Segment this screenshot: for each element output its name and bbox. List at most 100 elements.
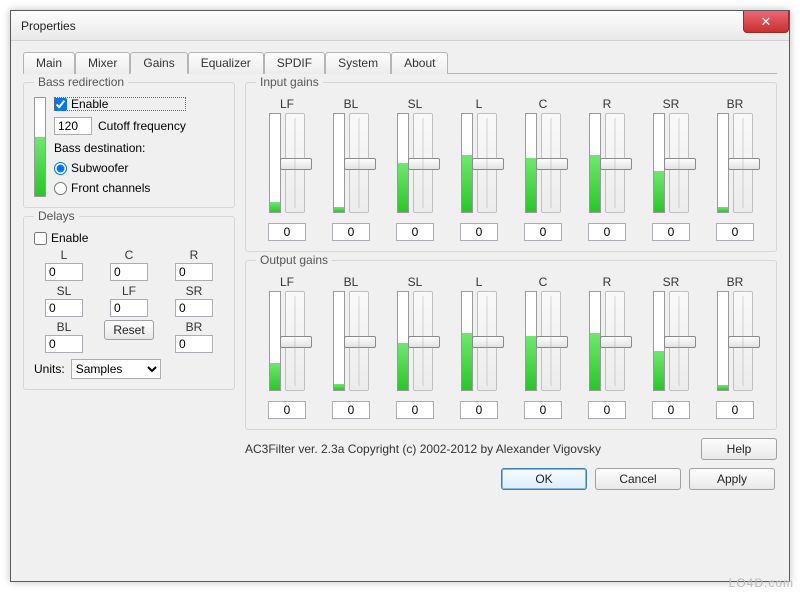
front-channels-radio-input[interactable] — [54, 182, 67, 195]
output-gain-slider-BR[interactable] — [733, 291, 753, 391]
input-gain-slider-LF[interactable] — [285, 113, 305, 213]
input-gain-value-SL[interactable] — [396, 223, 434, 241]
input-gain-slider-L[interactable] — [477, 113, 497, 213]
input-gains-group: Input gains LF BL SL — [245, 82, 777, 252]
input-gain-value-R[interactable] — [588, 223, 626, 241]
input-gain-slider-C[interactable] — [541, 113, 561, 213]
input-gain-value-BR[interactable] — [716, 223, 754, 241]
delay-label-R: R — [190, 248, 199, 262]
delay-label-SR: SR — [186, 284, 203, 298]
input-gain-slider-BR[interactable] — [733, 113, 753, 213]
delay-input-SL[interactable] — [45, 299, 83, 317]
delays-legend: Delays — [34, 209, 79, 223]
subwoofer-radio-input[interactable] — [54, 162, 67, 175]
input-gain-meter-fill-LF — [270, 202, 280, 212]
output-gain-value-L[interactable] — [460, 401, 498, 419]
output-gain-slider-thumb-BR[interactable] — [728, 336, 760, 348]
input-gain-slider-BL[interactable] — [349, 113, 369, 213]
input-gain-value-BL[interactable] — [332, 223, 370, 241]
output-gain-value-BR[interactable] — [716, 401, 754, 419]
output-gain-slider-SR[interactable] — [669, 291, 689, 391]
input-gain-label-BL: BL — [344, 97, 359, 111]
bass-legend: Bass redirection — [34, 75, 128, 89]
input-gain-meter-fill-SL — [398, 163, 408, 212]
input-gain-slider-thumb-BL[interactable] — [344, 158, 376, 170]
delays-enable-input[interactable] — [34, 232, 47, 245]
cutoff-frequency-input[interactable] — [54, 117, 92, 135]
input-gain-value-LF[interactable] — [268, 223, 306, 241]
tab-gains[interactable]: Gains — [130, 52, 187, 74]
tab-equalizer[interactable]: Equalizer — [188, 52, 264, 74]
delay-input-L[interactable] — [45, 263, 83, 281]
input-gain-slider-thumb-BR[interactable] — [728, 158, 760, 170]
delay-input-C[interactable] — [110, 263, 148, 281]
bass-level-meter — [34, 97, 46, 197]
input-gain-slider-thumb-L[interactable] — [472, 158, 504, 170]
output-gain-value-SR[interactable] — [652, 401, 690, 419]
input-gain-label-LF: LF — [280, 97, 294, 111]
output-gain-value-SL[interactable] — [396, 401, 434, 419]
output-gain-slider-LF[interactable] — [285, 291, 305, 391]
tab-spdif[interactable]: SPDIF — [264, 52, 325, 74]
output-gain-slider-thumb-SL[interactable] — [408, 336, 440, 348]
output-gain-slider-C[interactable] — [541, 291, 561, 391]
input-gain-slider-SL[interactable] — [413, 113, 433, 213]
input-gain-slider-thumb-R[interactable] — [600, 158, 632, 170]
output-gain-slider-BL[interactable] — [349, 291, 369, 391]
output-gain-label-SR: SR — [663, 275, 680, 289]
input-gain-value-SR[interactable] — [652, 223, 690, 241]
units-select[interactable]: Samples — [71, 359, 161, 379]
delays-reset-button[interactable]: Reset — [104, 320, 153, 340]
output-gain-channel-SR: SR — [640, 275, 702, 419]
input-gain-slider-thumb-SR[interactable] — [664, 158, 696, 170]
input-gain-slider-thumb-C[interactable] — [536, 158, 568, 170]
bass-enable-input[interactable] — [54, 98, 67, 111]
tab-main[interactable]: Main — [23, 52, 75, 74]
output-gain-slider-thumb-L[interactable] — [472, 336, 504, 348]
output-gain-slider-R[interactable] — [605, 291, 625, 391]
ok-button[interactable]: OK — [501, 468, 587, 490]
subwoofer-radio[interactable]: Subwoofer — [54, 161, 186, 175]
output-gain-value-C[interactable] — [524, 401, 562, 419]
input-gain-channel-SL: SL — [384, 97, 446, 241]
output-gain-slider-SL[interactable] — [413, 291, 433, 391]
output-gain-channel-C: C — [512, 275, 574, 419]
delay-input-R[interactable] — [175, 263, 213, 281]
input-gain-label-C: C — [539, 97, 548, 111]
output-gain-slider-thumb-SR[interactable] — [664, 336, 696, 348]
input-gain-channel-BL: BL — [320, 97, 382, 241]
output-gain-meter-fill-LF — [270, 363, 280, 390]
input-gain-slider-SR[interactable] — [669, 113, 689, 213]
output-gain-slider-thumb-LF[interactable] — [280, 336, 312, 348]
output-gain-slider-thumb-R[interactable] — [600, 336, 632, 348]
help-button[interactable]: Help — [701, 438, 777, 460]
input-gain-slider-R[interactable] — [605, 113, 625, 213]
apply-button[interactable]: Apply — [689, 468, 775, 490]
output-gain-value-BL[interactable] — [332, 401, 370, 419]
input-gain-value-C[interactable] — [524, 223, 562, 241]
input-gain-slider-thumb-LF[interactable] — [280, 158, 312, 170]
output-gain-slider-thumb-BL[interactable] — [344, 336, 376, 348]
delays-enable-checkbox[interactable]: Enable — [34, 231, 224, 245]
delay-input-BR[interactable] — [175, 335, 213, 353]
bass-enable-checkbox[interactable]: Enable — [54, 97, 186, 111]
tab-about[interactable]: About — [391, 52, 448, 74]
output-gain-channel-L: L — [448, 275, 510, 419]
delay-input-LF[interactable] — [110, 299, 148, 317]
input-gain-label-BR: BR — [727, 97, 744, 111]
input-gains-legend: Input gains — [256, 75, 323, 89]
output-gain-value-LF[interactable] — [268, 401, 306, 419]
output-gain-slider-L[interactable] — [477, 291, 497, 391]
delay-input-SR[interactable] — [175, 299, 213, 317]
delay-input-BL[interactable] — [45, 335, 83, 353]
front-channels-radio[interactable]: Front channels — [54, 181, 186, 195]
tab-mixer[interactable]: Mixer — [75, 52, 130, 74]
close-button[interactable]: ✕ — [743, 11, 789, 33]
output-gain-value-R[interactable] — [588, 401, 626, 419]
input-gain-value-L[interactable] — [460, 223, 498, 241]
cancel-button[interactable]: Cancel — [595, 468, 681, 490]
input-gain-label-L: L — [476, 97, 483, 111]
tab-system[interactable]: System — [325, 52, 391, 74]
output-gain-slider-thumb-C[interactable] — [536, 336, 568, 348]
input-gain-slider-thumb-SL[interactable] — [408, 158, 440, 170]
